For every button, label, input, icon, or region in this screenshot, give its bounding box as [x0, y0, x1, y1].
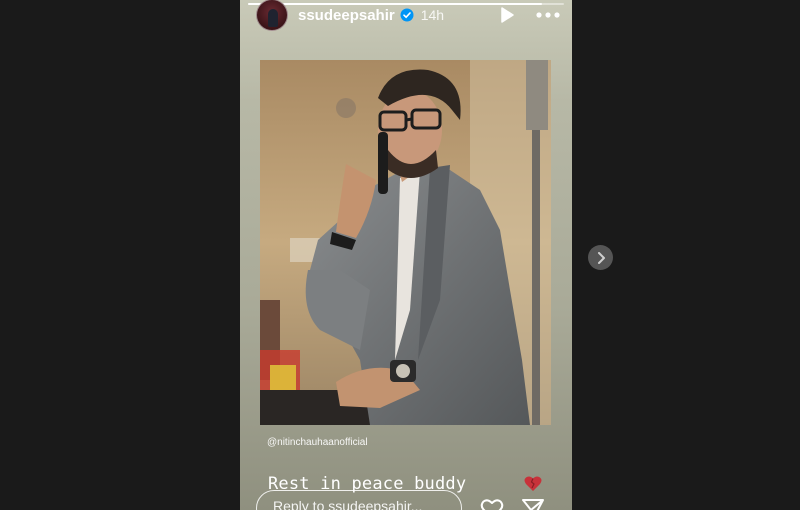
username[interactable]: ssudeepsahir — [298, 7, 395, 24]
play-icon[interactable] — [498, 6, 516, 24]
story-viewer[interactable]: ssudeepsahir 14h @nitinchauhaanofficial … — [240, 0, 572, 510]
paper-plane-icon[interactable] — [521, 498, 545, 510]
story-header: ssudeepsahir 14h — [256, 0, 560, 31]
reply-box[interactable] — [256, 490, 493, 510]
chevron-right-icon — [597, 251, 605, 264]
story-timestamp: 14h — [420, 7, 445, 23]
verified-badge-icon — [400, 8, 414, 22]
photo-mention[interactable]: @nitinchauhaanofficial — [267, 437, 368, 448]
reply-input[interactable] — [257, 491, 493, 510]
avatar[interactable] — [256, 0, 288, 31]
story-photo — [260, 60, 551, 425]
more-options-icon[interactable] — [536, 11, 560, 19]
broken-heart-icon — [524, 476, 542, 491]
next-story-button[interactable] — [588, 245, 613, 270]
heart-icon[interactable] — [480, 498, 504, 510]
